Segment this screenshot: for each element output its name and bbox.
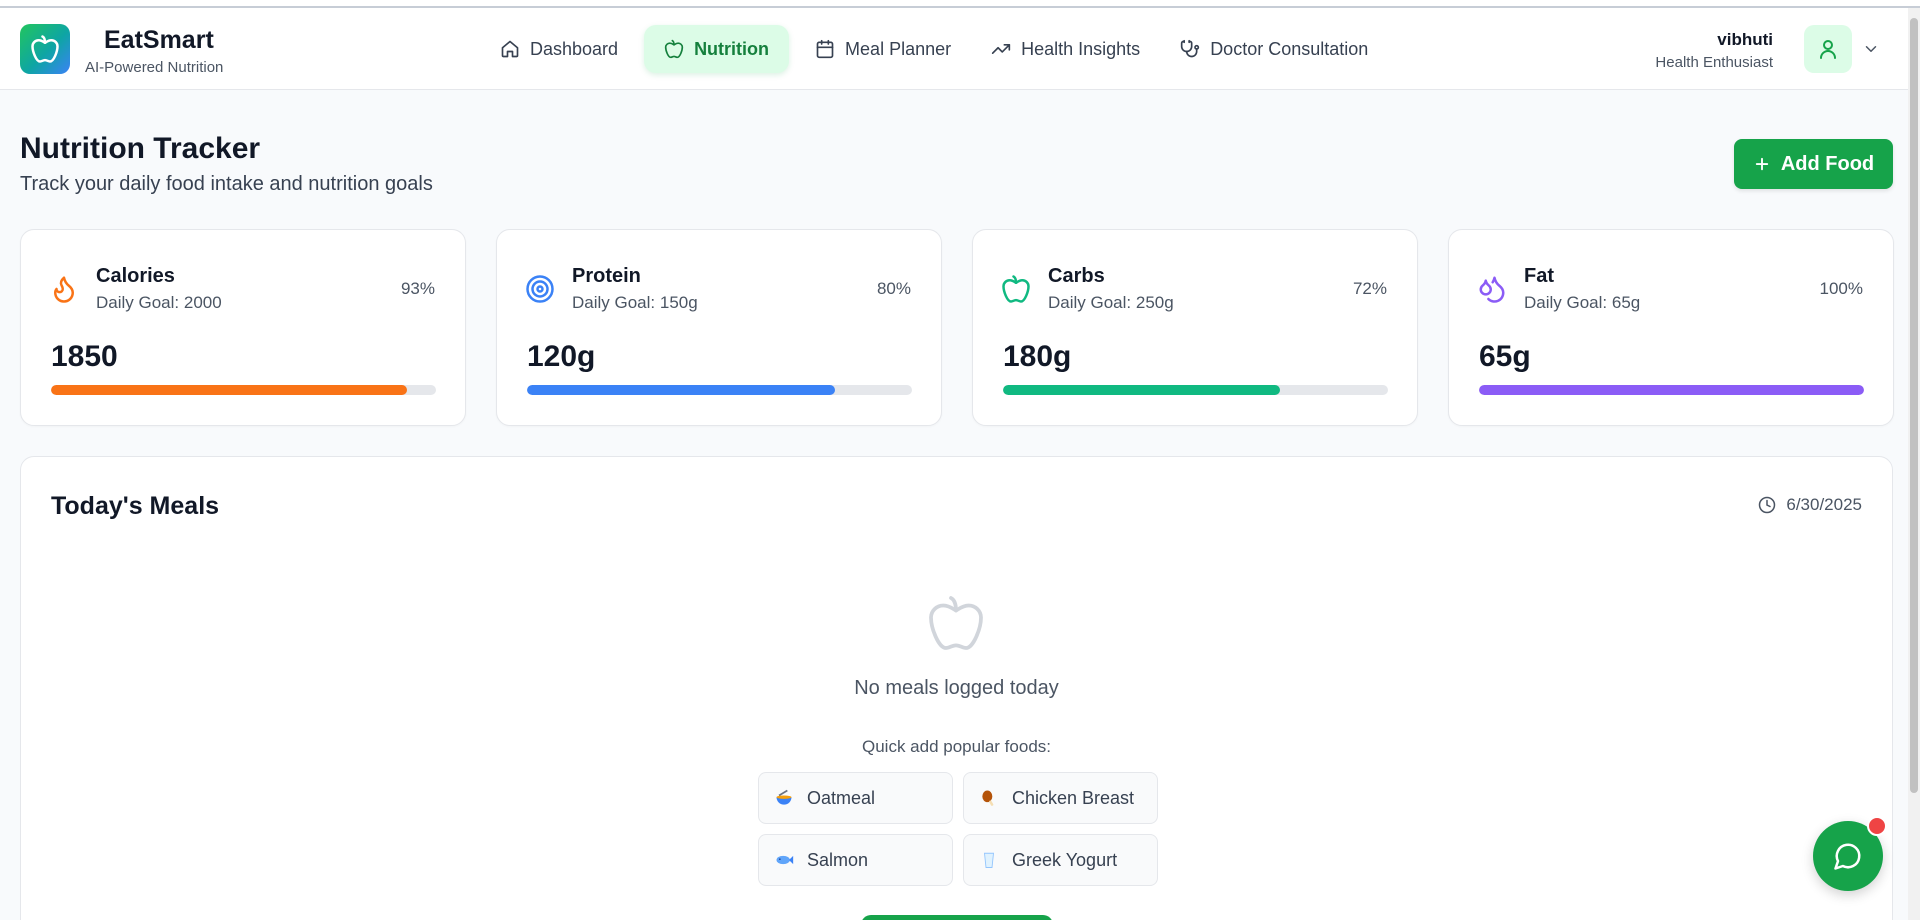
page-subtitle: Track your daily food intake and nutriti… — [20, 173, 433, 195]
fish-icon — [773, 849, 795, 871]
quick-add-salmon[interactable]: Salmon — [758, 834, 953, 886]
notification-dot — [1867, 816, 1887, 836]
progress-fill — [51, 385, 408, 395]
browser-top-edge — [0, 0, 1920, 8]
flame-icon — [54, 276, 74, 303]
stat-name: Protein — [572, 265, 641, 287]
scrollbar-thumb[interactable] — [1910, 18, 1918, 793]
main-nav: Dashboard Nutrition Meal Planner Health … — [480, 25, 1388, 73]
quick-add-chicken-breast[interactable]: Chicken Breast — [963, 772, 1158, 824]
add-food-button[interactable]: Add Food — [1734, 139, 1893, 189]
stat-goal: Daily Goal: 250g — [1048, 293, 1174, 312]
meals-title: Today's Meals — [51, 492, 220, 520]
meals-date: 6/30/2025 — [1758, 495, 1862, 515]
chevron-down-icon[interactable] — [1862, 40, 1880, 58]
brand-tagline: AI-Powered Nutrition — [85, 59, 224, 76]
stat-value: 65g — [1479, 340, 1531, 373]
nav-nutrition[interactable]: Nutrition — [644, 25, 790, 73]
page-title: Nutrition Tracker — [20, 132, 261, 165]
stat-percent: 93% — [400, 279, 435, 298]
stat-name: Calories — [96, 265, 175, 287]
user-name[interactable]: vibhuti — [1717, 30, 1773, 50]
stat-goal: Daily Goal: 150g — [572, 293, 698, 312]
nav-label: Health Insights — [1021, 38, 1141, 59]
quick-add-label: Chicken Breast — [1012, 787, 1135, 808]
stat-percent: 100% — [1819, 279, 1863, 298]
quick-add-label: Quick add popular foods: — [861, 737, 1051, 756]
nav-label: Meal Planner — [845, 38, 952, 59]
stat-value: 120g — [527, 340, 596, 373]
todays-meals-panel: Today's Meals 6/30/2025 No meals logged … — [20, 456, 1893, 920]
page-scrollbar[interactable] — [1908, 8, 1920, 920]
brand-name: EatSmart — [104, 26, 214, 54]
progress-track — [1003, 385, 1388, 395]
milk-glass-icon — [978, 849, 1000, 871]
stat-goal: Daily Goal: 65g — [1524, 293, 1641, 312]
apple-icon — [664, 39, 684, 59]
stat-card-calories: Calories Daily Goal: 2000 93% 1850 — [20, 229, 466, 426]
oatmeal-icon — [773, 787, 795, 809]
nav-health-insights[interactable]: Health Insights — [971, 25, 1160, 73]
target-icon — [526, 275, 554, 303]
quick-add-label: Oatmeal — [807, 787, 876, 808]
clock-icon — [1759, 496, 1776, 514]
progress-track — [1479, 385, 1864, 395]
user-icon — [1820, 40, 1836, 59]
stat-card-fat: Fat Daily Goal: 65g 100% 65g — [1448, 229, 1894, 426]
nav-dashboard[interactable]: Dashboard — [480, 25, 638, 73]
stat-goal: Daily Goal: 2000 — [96, 293, 222, 312]
calendar-icon — [816, 39, 834, 59]
stat-value: 1850 — [51, 340, 118, 373]
user-role: Health Enthusiast — [1655, 54, 1773, 71]
date-text: 6/30/2025 — [1786, 495, 1862, 514]
chicken-leg-icon — [978, 787, 1000, 809]
log-meal-button[interactable] — [861, 915, 1053, 920]
home-icon — [501, 40, 519, 58]
stat-percent: 80% — [876, 279, 911, 298]
trending-up-icon — [991, 44, 1011, 55]
stat-value: 180g — [1003, 340, 1072, 373]
avatar[interactable] — [1804, 25, 1852, 73]
top-header: EatSmart AI-Powered Nutrition Dashboard … — [0, 8, 1908, 90]
plus-icon — [1755, 157, 1769, 171]
quick-add-oatmeal[interactable]: Oatmeal — [758, 772, 953, 824]
apple-icon — [1002, 275, 1030, 303]
nav-meal-planner[interactable]: Meal Planner — [795, 25, 971, 73]
nav-label: Dashboard — [530, 38, 619, 59]
stat-name: Fat — [1524, 265, 1554, 287]
apple-icon — [929, 596, 983, 650]
nav-label: Doctor Consultation — [1210, 38, 1369, 59]
progress-fill — [527, 385, 835, 395]
progress-fill — [1479, 385, 1864, 395]
stat-name: Carbs — [1048, 265, 1105, 287]
progress-track — [51, 385, 436, 395]
nav-doctor-consultation[interactable]: Doctor Consultation — [1160, 25, 1388, 73]
empty-state-text: No meals logged today — [854, 677, 1059, 699]
quick-add-label: Greek Yogurt — [1012, 849, 1118, 870]
nav-label: Nutrition — [694, 38, 770, 59]
stat-card-protein: Protein Daily Goal: 150g 80% 120g — [496, 229, 942, 426]
stat-percent: 72% — [1352, 279, 1387, 298]
quick-add-greek-yogurt[interactable]: Greek Yogurt — [963, 834, 1158, 886]
app-logo[interactable] — [20, 24, 70, 74]
message-circle-icon — [1834, 843, 1861, 870]
stethoscope-icon — [1181, 39, 1200, 58]
quick-add-label: Salmon — [807, 849, 869, 870]
progress-track — [527, 385, 912, 395]
progress-fill — [1003, 385, 1281, 395]
droplets-icon — [1479, 276, 1505, 303]
apple-icon — [31, 35, 59, 63]
stat-card-carbs: Carbs Daily Goal: 250g 72% 180g — [972, 229, 1418, 426]
add-food-label: Add Food — [1780, 152, 1875, 175]
